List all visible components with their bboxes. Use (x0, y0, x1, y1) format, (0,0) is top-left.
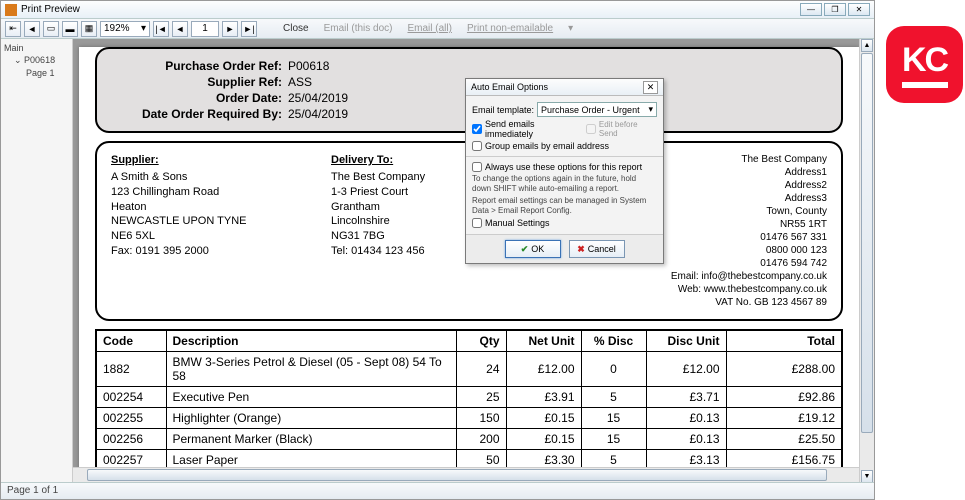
edit-before-checkbox[interactable] (586, 124, 596, 134)
nav-next-icon[interactable]: ► (222, 21, 238, 37)
supplier-ref-value: ASS (288, 75, 312, 89)
tree-page[interactable]: Page 1 (4, 67, 69, 79)
tree-doc[interactable]: ⌄ P00618 (4, 54, 69, 67)
email-doc-link[interactable]: Email (this doc) (318, 23, 399, 34)
order-date-value: 25/04/2019 (288, 91, 348, 105)
supplier-heading: Supplier: (111, 153, 331, 168)
scroll-thumb-h[interactable] (87, 469, 827, 481)
print-preview-window: Print Preview — ❐ ✕ ⇤ ◄ ▭ ▬ ▦ 192%▾ |◄ ◄… (0, 0, 875, 500)
toolbar-dropdown-icon[interactable]: ▾ (562, 23, 579, 34)
nav-first-icon[interactable]: |◄ (153, 21, 169, 37)
send-immediately-label: Send emails immediately (485, 119, 583, 139)
line-items-table: Code Description Qty Net Unit % Disc Dis… (95, 329, 843, 483)
x-icon: ✖ (577, 244, 585, 255)
always-use-checkbox[interactable] (472, 162, 482, 172)
group-by-address-checkbox[interactable] (472, 141, 482, 151)
status-bar: Page 1 of 1 (1, 482, 874, 499)
close-window-button[interactable]: ✕ (848, 3, 870, 16)
table-row: 002255Highlighter (Orange)150£0.1515£0.1… (96, 408, 842, 429)
template-label: Email template: (472, 105, 534, 115)
cancel-button[interactable]: ✖Cancel (569, 240, 625, 258)
template-select[interactable]: Purchase Order - Urgent▾ (537, 102, 657, 117)
page-number-input[interactable]: 1 (191, 21, 219, 37)
col-qty: Qty (456, 330, 506, 352)
nav-prev-icon[interactable]: ◄ (172, 21, 188, 37)
table-row: 002254Executive Pen25£3.915£3.71£92.86 (96, 387, 842, 408)
check-icon: ✔ (521, 244, 529, 255)
required-date-label: Date Order Required By: (113, 107, 288, 121)
page-status: Page 1 of 1 (7, 485, 58, 496)
scroll-up-icon[interactable]: ▲ (861, 39, 873, 52)
tree-root[interactable]: Main (4, 42, 69, 54)
fit-width-icon[interactable]: ▬ (62, 21, 78, 37)
group-by-address-label: Group emails by email address (485, 141, 609, 151)
kc-logo-text: KC (902, 41, 947, 80)
fit-page-icon[interactable]: ▭ (43, 21, 59, 37)
prev-page-icon[interactable]: ◄ (24, 21, 40, 37)
ok-button[interactable]: ✔OK (505, 240, 561, 258)
manual-settings-label: Manual Settings (485, 218, 550, 228)
po-ref-value: P00618 (288, 59, 329, 73)
print-nonemail-link[interactable]: Print non-emailable (461, 23, 559, 34)
dialog-close-button[interactable]: ✕ (643, 81, 658, 94)
kc-logo-underline (902, 82, 948, 88)
order-date-label: Order Date: (113, 91, 288, 105)
col-total: Total (726, 330, 842, 352)
edit-before-label: Edit before Send (599, 120, 657, 138)
kc-logo: KC (886, 26, 963, 103)
company-details: The Best Company Address1 Address2 Addre… (671, 153, 827, 309)
document-tree[interactable]: Main ⌄ P00618 Page 1 (1, 39, 73, 483)
multi-page-icon[interactable]: ▦ (81, 21, 97, 37)
manual-settings-checkbox[interactable] (472, 218, 482, 228)
send-immediately-checkbox[interactable] (472, 124, 482, 134)
auto-email-options-dialog: Auto Email Options ✕ Email template: Pur… (465, 78, 664, 264)
po-ref-label: Purchase Order Ref: (113, 59, 288, 73)
zoom-value: 192% (104, 23, 130, 34)
col-desc: Description (166, 330, 456, 352)
zoom-combo[interactable]: 192%▾ (100, 21, 150, 37)
col-disc: % Disc (581, 330, 646, 352)
horizontal-scrollbar[interactable] (73, 467, 859, 482)
nav-last-icon[interactable]: ►| (241, 21, 257, 37)
window-title: Print Preview (21, 4, 80, 15)
chevron-down-icon: ▾ (648, 104, 653, 115)
toolbar: ⇤ ◄ ▭ ▬ ▦ 192%▾ |◄ ◄ 1 ► ►| Close Email … (1, 19, 874, 39)
dialog-note-2: Report email settings can be managed in … (472, 196, 657, 216)
table-header-row: Code Description Qty Net Unit % Disc Dis… (96, 330, 842, 352)
app-icon (5, 4, 17, 16)
supplier-ref-label: Supplier Ref: (113, 75, 288, 89)
minimize-button[interactable]: — (800, 3, 822, 16)
vertical-scrollbar[interactable]: ▲ ▼ (859, 39, 874, 483)
close-link[interactable]: Close (277, 23, 315, 34)
required-date-value: 25/04/2019 (288, 107, 348, 121)
dialog-title: Auto Email Options (471, 82, 548, 92)
always-use-label: Always use these options for this report (485, 162, 642, 172)
first-page-icon[interactable]: ⇤ (5, 21, 21, 37)
col-net: Net Unit (506, 330, 581, 352)
maximize-button[interactable]: ❐ (824, 3, 846, 16)
dialog-titlebar: Auto Email Options ✕ (466, 79, 663, 96)
dialog-note-1: To change the options again in the futur… (472, 174, 657, 194)
titlebar: Print Preview — ❐ ✕ (1, 1, 874, 19)
table-row: 1882BMW 3-Series Petrol & Diesel (05 - S… (96, 352, 842, 387)
workspace: Main ⌄ P00618 Page 1 Purchase Order Ref:… (1, 39, 874, 483)
email-all-link[interactable]: Email (all) (401, 23, 457, 34)
col-code: Code (96, 330, 166, 352)
supplier-address: Supplier: A Smith & Sons 123 Chillingham… (111, 153, 331, 309)
col-discunit: Disc Unit (646, 330, 726, 352)
scroll-thumb-v[interactable] (861, 53, 873, 433)
table-row: 002256Permanent Marker (Black)200£0.1515… (96, 429, 842, 450)
